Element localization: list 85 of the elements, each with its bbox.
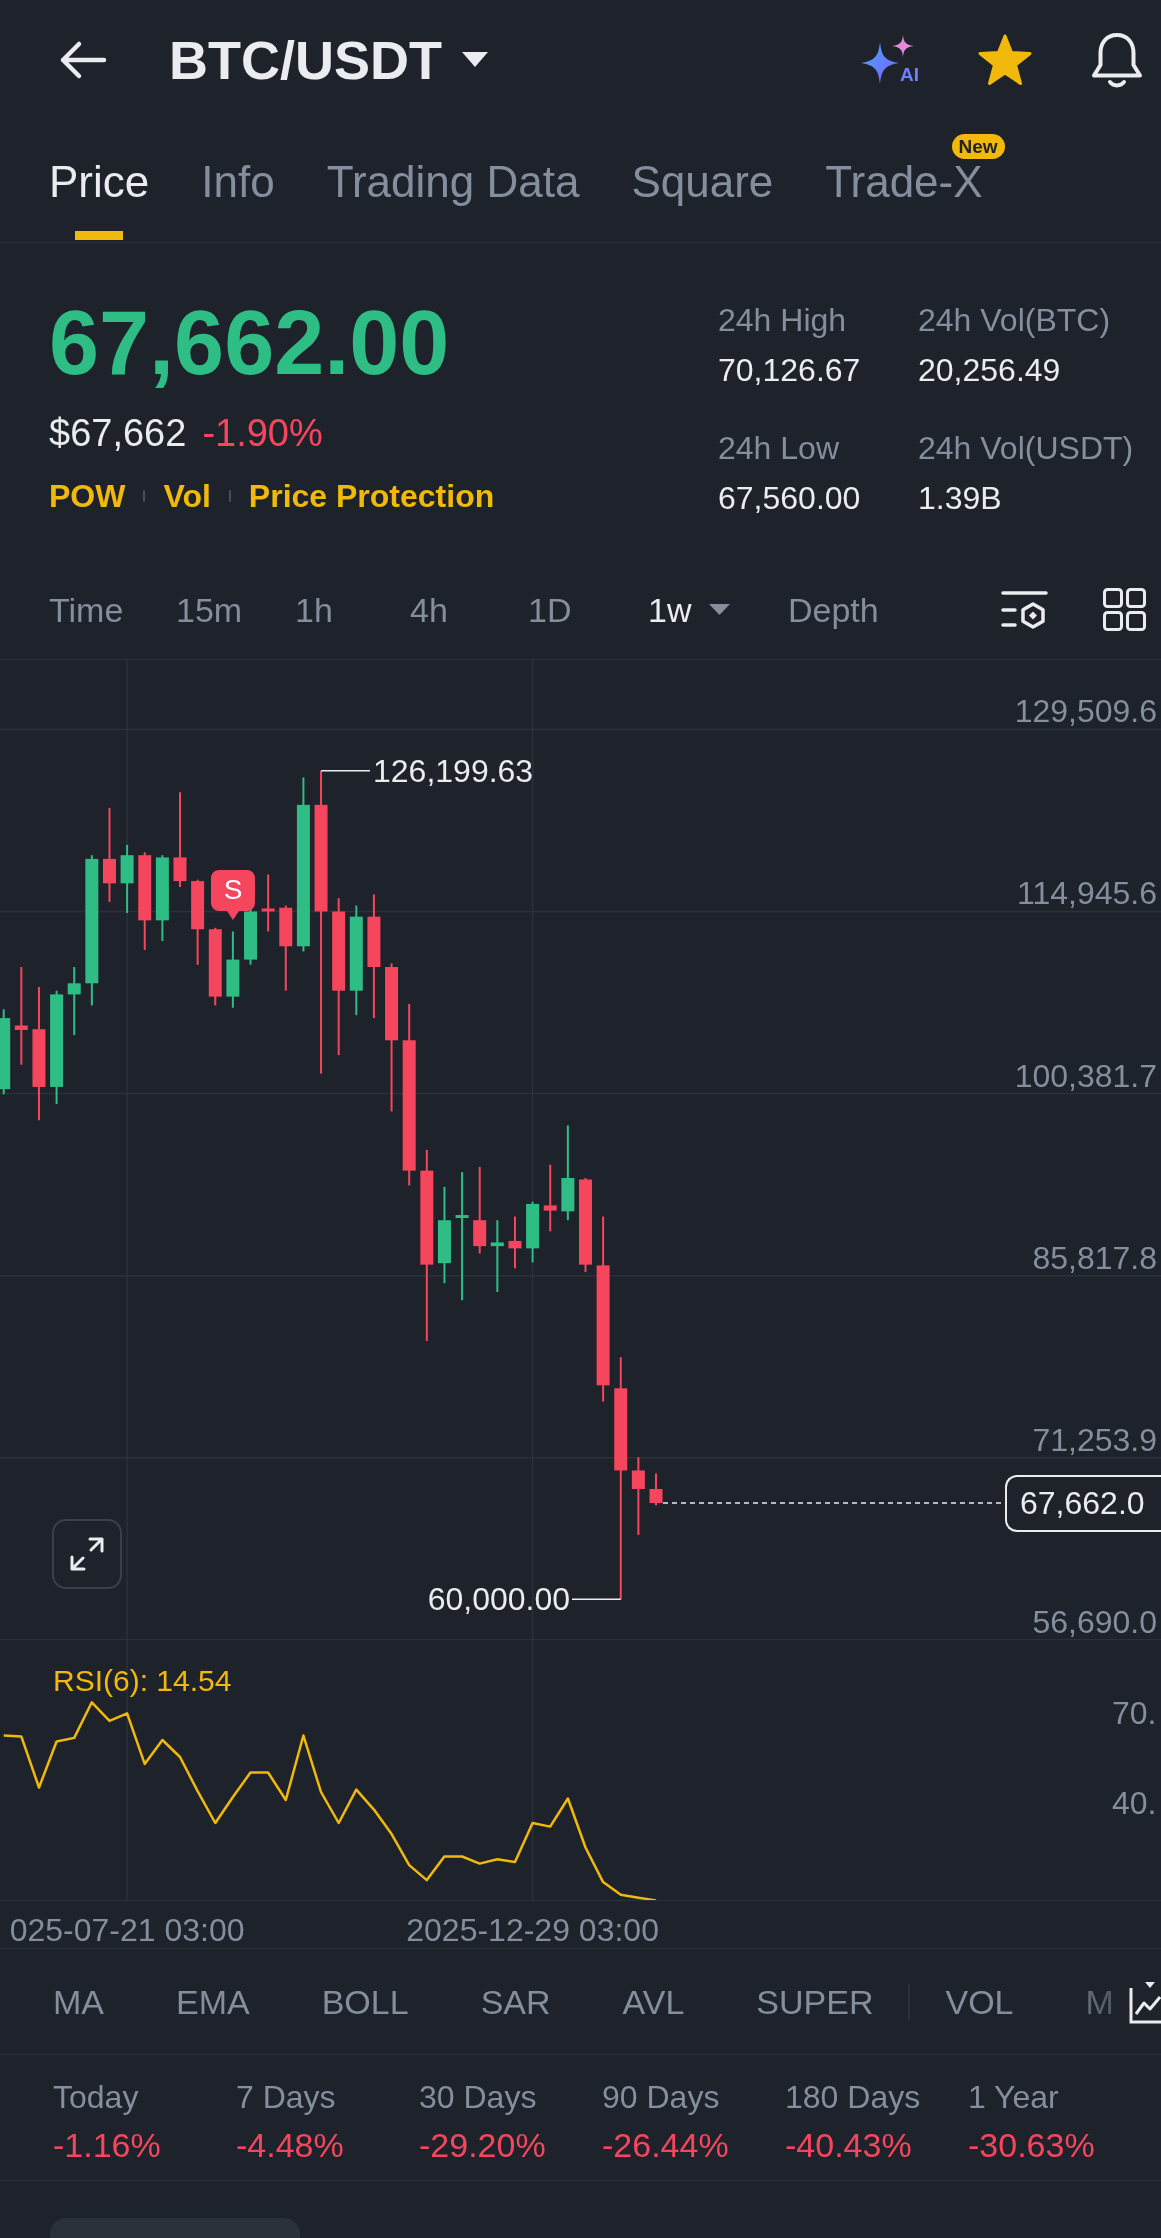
time-axis-label: 025-07-21 03:00: [9, 1913, 245, 1946]
stat-value: 67,560.00: [718, 482, 862, 515]
ai-button[interactable]: AI: [861, 35, 920, 85]
price-change: -1.90%: [202, 414, 323, 453]
indicator-tab[interactable]: AVL: [622, 1984, 685, 2019]
change-value: -4.48%: [236, 2128, 345, 2163]
indicator-tab[interactable]: VOL: [945, 1984, 1014, 2019]
caret-icon: [709, 604, 731, 616]
sell-signal-marker: S: [211, 869, 255, 920]
price-axis-label: 129,509.6: [1014, 695, 1157, 728]
period-label: 1 Year: [968, 2081, 1060, 2114]
indicator-tab[interactable]: M: [1085, 1984, 1114, 2019]
period-label: 90 Days: [602, 2081, 721, 2114]
tab[interactable]: Trading Data: [326, 160, 580, 243]
indicator-tab[interactable]: SAR: [480, 1984, 551, 2019]
interval-tab[interactable]: 1h: [295, 592, 333, 627]
period-label: 180 Days: [785, 2081, 922, 2114]
price-axis-label: 56,690.0: [1032, 1605, 1157, 1638]
price-axis-label: 100,381.7: [1014, 1059, 1157, 1092]
high-price-label: 126,199.63: [373, 754, 534, 787]
back-icon[interactable]: [58, 39, 107, 80]
stat-label: 24h Vol(BTC): [918, 304, 1112, 337]
high-leader-line: [320, 769, 371, 772]
candlestick: [543, 1164, 557, 1232]
indicator-tab[interactable]: MA: [53, 1984, 104, 2019]
rsi-axis-label: 40.: [1112, 1786, 1157, 1819]
grid-icon[interactable]: [1103, 588, 1146, 632]
interval-tab[interactable]: 4h: [410, 592, 448, 627]
bell-icon[interactable]: [1090, 31, 1144, 88]
interval-tab[interactable]: Time: [49, 592, 124, 627]
tab[interactable]: Price: [49, 160, 150, 243]
price-axis-label: 85,817.8: [1032, 1241, 1157, 1274]
last-price: 67,662.00: [49, 298, 451, 389]
stat-label: 24h Vol(USDT): [918, 432, 1134, 465]
usd-price: $67,662: [49, 414, 187, 453]
period-label: 30 Days: [419, 2081, 538, 2114]
price-axis-label: 114,945.6: [1017, 877, 1157, 910]
tab[interactable]: Trade-X: [825, 160, 983, 243]
tag-link[interactable]: Price Protection: [248, 480, 495, 513]
period-label: Today: [53, 2081, 140, 2114]
candlestick: [508, 1216, 522, 1269]
rsi-axis-label: 70.: [1112, 1697, 1157, 1730]
interval-tab[interactable]: 15m: [176, 592, 243, 627]
change-value: -26.44%: [602, 2128, 730, 2163]
expand-icon: [70, 1536, 104, 1571]
pair-selector[interactable]: BTC/USDT: [169, 32, 488, 87]
change-value: -30.63%: [968, 2128, 1096, 2163]
interval-tab[interactable]: 1D: [528, 592, 572, 627]
new-badge: New: [951, 134, 1005, 160]
period-label: 7 Days: [236, 2081, 337, 2114]
stat-value: 1.39B: [918, 482, 1003, 515]
indicator-tab[interactable]: SUPER: [756, 1984, 874, 2019]
stat-value: 20,256.49: [918, 354, 1062, 387]
indicator-tab[interactable]: EMA: [176, 1984, 250, 2019]
tab[interactable]: Square: [631, 160, 774, 243]
line-chart-icon[interactable]: [1129, 1979, 1161, 2024]
caret-icon: [462, 52, 488, 68]
tag-link[interactable]: POW: [49, 480, 126, 513]
change-value: -1.16%: [53, 2128, 162, 2163]
candlestick: [261, 874, 275, 932]
low-price-label: 60,000.00: [427, 1583, 570, 1616]
fullscreen-button[interactable]: [52, 1518, 122, 1589]
candlestick: [244, 909, 257, 965]
candlestick: [526, 1201, 540, 1263]
time-axis-label: 2025-12-29 03:00: [406, 1913, 659, 1946]
last-price-tag: 67,662.0: [1005, 1474, 1161, 1532]
indicator-tab[interactable]: BOLL: [321, 1984, 409, 2019]
candlestick: [649, 1473, 663, 1506]
candlestick: [120, 844, 134, 913]
price-axis-label: 71,253.9: [1032, 1423, 1157, 1456]
tag-link[interactable]: Vol: [163, 480, 211, 513]
interval-tab[interactable]: Depth: [788, 592, 879, 627]
stat-label: 24h Low: [718, 432, 840, 465]
tab[interactable]: Info: [201, 160, 275, 243]
interval-tab[interactable]: 1w: [648, 592, 731, 627]
change-value: -29.20%: [419, 2128, 547, 2163]
stat-value: 70,126.67: [718, 354, 862, 387]
stat-label: 24h High: [718, 304, 848, 337]
rsi-reading: RSI(6): 14.54: [53, 1665, 232, 1696]
candlestick: [490, 1220, 504, 1292]
chart-settings-icon[interactable]: [1001, 590, 1048, 630]
candlestick: [67, 966, 81, 1036]
change-value: -40.43%: [785, 2128, 913, 2163]
low-leader-line: [571, 1598, 622, 1600]
star-icon[interactable]: [978, 33, 1032, 86]
